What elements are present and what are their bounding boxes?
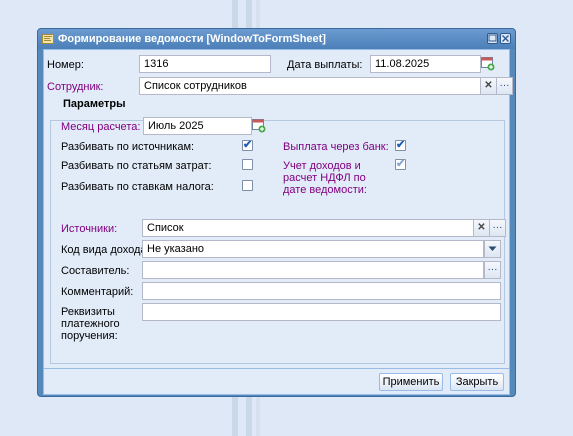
- income-code-select[interactable]: Не указано: [142, 240, 484, 258]
- ellipsis-icon: ···: [487, 264, 498, 275]
- number-label: Номер:: [47, 59, 84, 71]
- form-icon: [42, 34, 54, 44]
- close-window-button[interactable]: [500, 33, 511, 44]
- requisites-label-line3: поручения:: [61, 330, 118, 342]
- check-icon: ✔: [243, 139, 253, 151]
- calendar-icon[interactable]: [252, 118, 266, 133]
- employee-select-button[interactable]: ···: [496, 77, 513, 95]
- requisites-label-line1: Реквизиты: [61, 306, 115, 318]
- income-code-dropdown-button[interactable]: [484, 240, 501, 258]
- sources-select-button[interactable]: ···: [489, 219, 506, 237]
- minimize-button[interactable]: [487, 33, 498, 44]
- author-select-button[interactable]: ···: [484, 261, 501, 279]
- close-button[interactable]: Закрыть: [450, 373, 504, 391]
- close-icon: [502, 35, 509, 42]
- ndfl-label-line2: расчет НДФЛ по: [283, 172, 366, 184]
- author-label: Составитель:: [61, 265, 130, 277]
- month-field[interactable]: Июль 2025: [143, 117, 252, 135]
- window-title: Формирование ведомости [WindowToFormShee…: [58, 33, 326, 45]
- sources-clear-button[interactable]: ✕: [473, 219, 490, 237]
- payment-date-label: Дата выплаты:: [287, 59, 363, 71]
- dialog-footer: Применить Закрыть: [43, 369, 510, 395]
- parameters-legend: Параметры: [60, 98, 129, 110]
- split-tax-checkbox[interactable]: [242, 180, 253, 191]
- bank-checkbox[interactable]: ✔: [395, 139, 406, 151]
- split-sources-checkbox[interactable]: ✔: [242, 139, 253, 151]
- ndfl-checkbox[interactable]: ✔: [395, 158, 406, 170]
- split-costs-label: Разбивать по статьям затрат:: [61, 160, 212, 172]
- payment-date-field[interactable]: 11.08.2025: [370, 55, 481, 73]
- month-label: Месяц расчета:: [61, 121, 141, 133]
- employee-label: Сотрудник:: [47, 81, 104, 93]
- income-code-label: Код вида дохода:: [61, 244, 150, 256]
- requisites-label-line2: платежного: [61, 318, 120, 330]
- employee-field[interactable]: Список сотрудников: [139, 77, 481, 95]
- chevron-down-icon: [488, 246, 497, 251]
- dialog-window: Формирование ведомости [WindowToFormShee…: [37, 28, 516, 397]
- sources-field[interactable]: Список: [142, 219, 474, 237]
- employee-clear-button[interactable]: ✕: [480, 77, 497, 95]
- number-field[interactable]: 1316: [139, 55, 271, 73]
- check-icon: ✔: [396, 158, 406, 170]
- check-icon: ✔: [396, 139, 406, 151]
- calendar-icon[interactable]: [481, 56, 495, 71]
- bank-label: Выплата через банк:: [283, 141, 389, 153]
- ellipsis-icon: ···: [492, 222, 503, 233]
- apply-button[interactable]: Применить: [379, 373, 443, 391]
- dialog-body: Номер: 1316 Дата выплаты: 11.08.2025 Сот…: [43, 49, 513, 369]
- ndfl-label-line1: Учет доходов и: [283, 160, 361, 172]
- author-field[interactable]: [142, 261, 484, 279]
- window-titlebar[interactable]: Формирование ведомости [WindowToFormShee…: [38, 29, 515, 49]
- minimize-icon: [488, 34, 497, 42]
- split-tax-label: Разбивать по ставкам налога:: [61, 181, 214, 193]
- split-costs-checkbox[interactable]: [242, 159, 253, 170]
- sources-label: Источники:: [61, 223, 118, 235]
- clear-icon: ✕: [484, 80, 493, 91]
- comment-field[interactable]: [142, 282, 501, 300]
- ellipsis-icon: ···: [499, 80, 510, 91]
- comment-label: Комментарий:: [61, 286, 134, 298]
- split-sources-label: Разбивать по источникам:: [61, 141, 195, 153]
- ndfl-label-line3: дате ведомости:: [283, 184, 367, 196]
- clear-icon: ✕: [477, 222, 486, 233]
- requisites-field[interactable]: [142, 303, 501, 321]
